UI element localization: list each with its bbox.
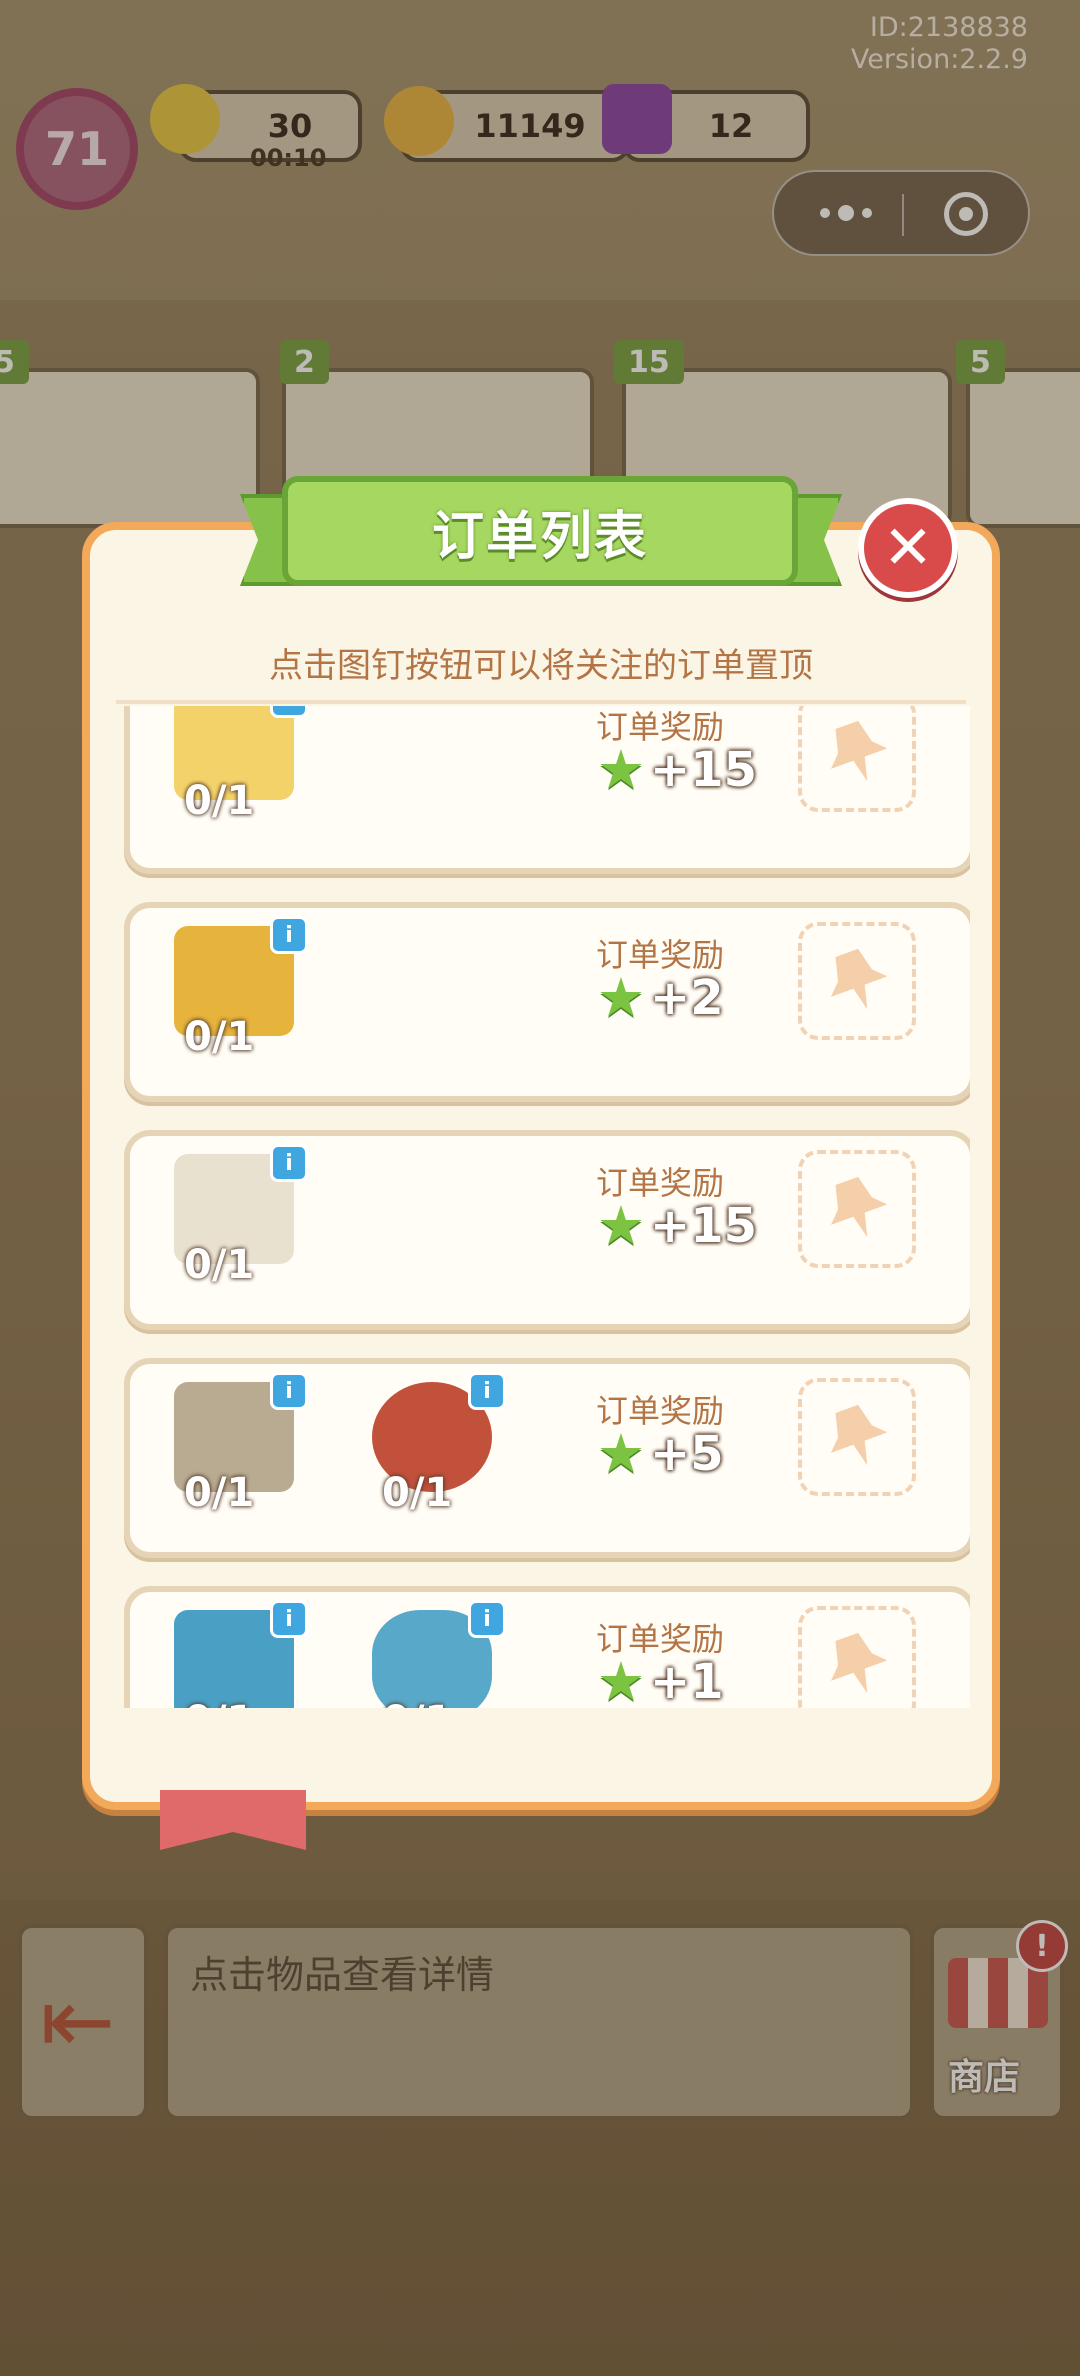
order-item[interactable]: i 0/1 (154, 706, 314, 830)
order-item[interactable]: i 0/1 (154, 916, 314, 1066)
reward: ★ +5 (596, 1426, 724, 1482)
order-item[interactable]: i 0/1 (154, 1600, 314, 1708)
item-count: 0/1 (184, 1470, 255, 1516)
info-icon[interactable]: i (270, 916, 308, 954)
info-icon[interactable]: i (270, 1144, 308, 1182)
pin-icon (819, 1399, 896, 1476)
star-icon: ★ (596, 1650, 646, 1709)
item-count: 0/1 (184, 1242, 255, 1288)
star-icon: ★ (596, 738, 646, 801)
reward-value: +15 (650, 1198, 758, 1254)
reward: ★ +15 (596, 742, 757, 798)
item-count: 0/1 (184, 1014, 255, 1060)
info-icon[interactable]: i (270, 1600, 308, 1638)
pin-icon (819, 715, 896, 792)
pin-button[interactable] (798, 1606, 916, 1708)
info-icon[interactable]: i (468, 1372, 506, 1410)
order-item[interactable]: i 0/1 (352, 1600, 512, 1708)
reward: ★ +2 (596, 970, 724, 1026)
reward-value: +5 (650, 1426, 724, 1482)
reward-value: +15 (650, 742, 758, 798)
title-banner: 订单列表 (282, 476, 798, 586)
pin-icon (819, 1171, 896, 1248)
pin-button[interactable] (798, 706, 916, 812)
order-card: i 0/1 i 0/1 订单奖励 ★ +1 (124, 1586, 970, 1708)
order-list-modal: 点击图钉按钮可以将关注的订单置顶 i 0/1 订单奖励 ★ +15 i 0/1 (82, 522, 1000, 1810)
order-card: i 0/1 订单奖励 ★ +15 (124, 1130, 970, 1330)
order-card: i 0/1 订单奖励 ★ +15 (124, 706, 970, 874)
order-card: i 0/1 订单奖励 ★ +2 (124, 902, 970, 1102)
star-icon: ★ (596, 1422, 646, 1485)
order-item[interactable]: i 0/1 (154, 1372, 314, 1522)
pin-icon (819, 943, 896, 1020)
divider (116, 700, 966, 704)
pin-hint-text: 点击图钉按钮可以将关注的订单置顶 (269, 646, 813, 686)
order-list[interactable]: i 0/1 订单奖励 ★ +15 i 0/1 订单奖励 ★ +2 (114, 706, 970, 1708)
order-item[interactable]: i 0/1 (352, 1372, 512, 1522)
info-icon[interactable]: i (270, 1372, 308, 1410)
info-icon[interactable]: i (468, 1600, 506, 1638)
item-count: 0/1 (382, 1698, 452, 1708)
item-count: 0/1 (382, 1470, 453, 1516)
reward: ★ +15 (596, 1198, 757, 1254)
order-item[interactable]: i 0/1 (154, 1144, 314, 1294)
pin-button[interactable] (798, 1150, 916, 1268)
item-count: 0/1 (184, 778, 255, 824)
star-icon: ★ (596, 1194, 646, 1257)
pin-icon (819, 1627, 896, 1704)
item-count: 0/1 (184, 1698, 254, 1708)
modal-title: 订单列表 (431, 506, 648, 567)
reward-value: +1 (650, 1654, 724, 1708)
star-icon: ★ (596, 966, 646, 1029)
info-icon[interactable]: i (270, 706, 308, 718)
order-card: i 0/1 i 0/1 订单奖励 ★ +5 (124, 1358, 970, 1558)
close-icon[interactable]: ✕ (858, 498, 958, 598)
pin-button[interactable] (798, 1378, 916, 1496)
pin-button[interactable] (798, 922, 916, 1040)
reward: ★ +1 (596, 1654, 724, 1708)
reward-value: +2 (650, 970, 724, 1026)
